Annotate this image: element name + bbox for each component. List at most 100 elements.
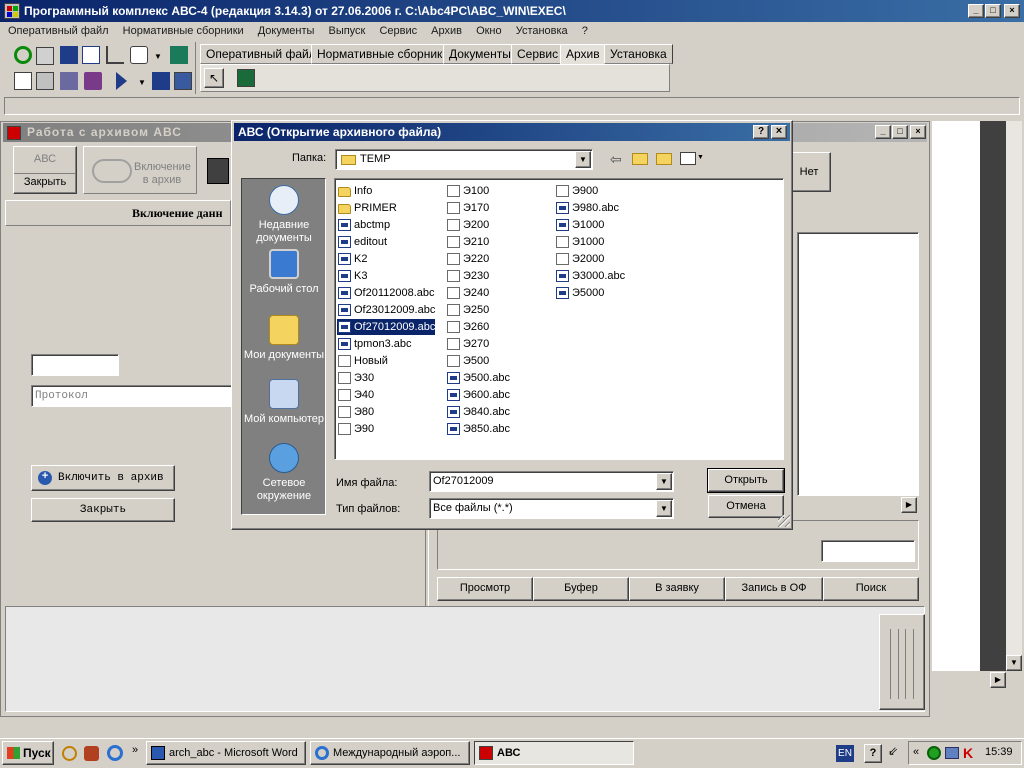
view-menu-icon[interactable] — [680, 152, 696, 165]
tab-norm-collections[interactable]: Нормативные сборники — [311, 44, 456, 64]
check-icon[interactable] — [60, 72, 78, 90]
chevron-down-icon[interactable]: ▼ — [656, 473, 672, 490]
file-list-item[interactable]: Э170 — [446, 200, 489, 216]
app-minimize-button[interactable]: _ — [968, 4, 984, 18]
tab-archive[interactable]: Архив — [560, 44, 606, 64]
place-network[interactable]: Сетевое окружение — [242, 443, 326, 503]
include-in-archive-button[interactable]: + Включить в архив — [31, 465, 175, 491]
file-list-item[interactable]: Э1000 — [555, 234, 604, 250]
list-scroll-right[interactable]: ▶ — [901, 497, 917, 513]
chevron-down-icon[interactable]: ▼ — [697, 154, 704, 161]
find-icon[interactable] — [36, 72, 54, 90]
network-tray-icon[interactable] — [945, 747, 959, 759]
quicklaunch-ie-icon[interactable] — [107, 745, 123, 761]
archive-close-button[interactable]: × — [910, 125, 926, 139]
view-button[interactable]: Просмотр — [437, 577, 533, 601]
save-icon[interactable] — [60, 46, 78, 64]
include-archive-toolbar-button[interactable]: Включение в архив — [83, 146, 197, 194]
menu-archive[interactable]: Архив — [431, 25, 462, 37]
menu-operative-file[interactable]: Оперативный файл — [8, 25, 109, 37]
file-list-item[interactable]: Э220 — [446, 251, 489, 267]
file-list-item[interactable]: Э1000 — [555, 217, 604, 233]
back-icon[interactable]: ⇦ — [610, 151, 622, 168]
menu-settings[interactable]: Установка — [516, 25, 568, 37]
protocol-input[interactable]: Протокол — [31, 385, 235, 407]
print-icon[interactable] — [36, 47, 54, 65]
tab-documents[interactable]: Документы — [443, 44, 517, 64]
file-list-item[interactable]: Э200 — [446, 217, 489, 233]
hand-icon[interactable] — [130, 46, 148, 64]
language-indicator[interactable]: EN — [836, 745, 854, 762]
app-maximize-button[interactable]: □ — [985, 4, 1001, 18]
folder-combo[interactable]: TEMP ▼ — [335, 149, 593, 170]
menu-service[interactable]: Сервис — [379, 25, 417, 37]
close-button[interactable]: Закрыть — [31, 498, 175, 522]
filetype-select[interactable]: Все файлы (*.*) ▼ — [429, 498, 674, 519]
cancel-button[interactable]: Отмена — [708, 495, 784, 518]
exit-icon[interactable] — [170, 46, 188, 64]
file-list-item[interactable]: K2 — [337, 251, 367, 267]
tab-settings[interactable]: Установка — [604, 44, 673, 64]
file-list-item[interactable]: Info — [337, 183, 372, 199]
module-icon[interactable] — [237, 69, 255, 87]
archive-minimize-button[interactable]: _ — [875, 125, 891, 139]
task-browser[interactable]: Международный аэроп... — [310, 741, 470, 765]
book-icon[interactable] — [84, 72, 102, 90]
start-button[interactable]: Пуск — [2, 741, 54, 765]
file-list-item[interactable]: editout — [337, 234, 387, 250]
file-list-item[interactable]: Of27012009.abc — [337, 319, 436, 335]
file-list-item[interactable]: Э90 — [337, 421, 374, 437]
file-list-item[interactable]: Э250 — [446, 302, 489, 318]
play-icon[interactable] — [116, 72, 127, 90]
place-desktop[interactable]: Рабочий стол — [242, 249, 326, 296]
file-list[interactable]: Info PRIMER abctmp editout K2 K3 Of20112008.ab… — [334, 178, 784, 460]
chevron-down-icon[interactable]: ▼ — [656, 500, 672, 517]
buffer-button[interactable]: Буфер — [533, 577, 629, 601]
small-input[interactable] — [31, 354, 119, 376]
quicklaunch-outlook-icon[interactable] — [62, 746, 77, 761]
file-list-item[interactable]: tpmon3.abc — [337, 336, 411, 352]
file-list-item[interactable]: Э2000 — [555, 251, 604, 267]
tree-icon[interactable] — [106, 46, 124, 64]
chevron-down-icon[interactable]: ▼ — [575, 151, 591, 168]
file-list-item[interactable]: Э240 — [446, 285, 489, 301]
file-list-item[interactable]: Э230 — [446, 268, 489, 284]
resize-grip-icon[interactable] — [778, 515, 790, 527]
place-my-documents[interactable]: Мои документы — [242, 315, 326, 362]
help-tray-icon[interactable]: ? — [864, 744, 882, 763]
search-small-input[interactable] — [821, 540, 915, 562]
task-word[interactable]: arch_abc - Microsoft Word — [146, 741, 306, 765]
task-abc[interactable]: АВС — [474, 741, 634, 765]
menu-output[interactable]: Выпуск — [328, 25, 365, 37]
file-list-item[interactable]: PRIMER — [337, 200, 397, 216]
chevron-down-icon[interactable]: ▼ — [154, 52, 162, 61]
pointer-icon[interactable]: ↖ — [204, 68, 224, 88]
file-list-item[interactable]: Э600.abc — [446, 387, 510, 403]
filename-input[interactable]: Of27012009 ▼ — [429, 471, 674, 492]
dialog-help-button[interactable]: ? — [753, 125, 769, 139]
h-scroll-right-button[interactable]: ▶ — [990, 672, 1006, 688]
tab-operative-file[interactable]: Оперативный файл — [200, 44, 322, 64]
up-folder-icon[interactable] — [632, 153, 648, 165]
file-list-item[interactable]: Of20112008.abc — [337, 285, 435, 301]
file-list-item[interactable]: Э210 — [446, 234, 489, 250]
file-list-item[interactable]: Э40 — [337, 387, 374, 403]
search-button[interactable]: Поиск — [823, 577, 919, 601]
green-status-icon[interactable] — [927, 746, 941, 760]
quicklaunch-more-icon[interactable]: » — [132, 744, 138, 756]
dialog-close-button[interactable]: × — [771, 125, 787, 139]
file-list-item[interactable]: Э270 — [446, 336, 489, 352]
file-list-item[interactable]: Э5000 — [555, 285, 604, 301]
to-request-button[interactable]: В заявку — [629, 577, 725, 601]
menu-window[interactable]: Окно — [476, 25, 502, 37]
file-list-item[interactable]: Э500 — [446, 353, 489, 369]
open-button[interactable]: Открыть — [707, 468, 785, 493]
place-recent[interactable]: Недавние документы — [242, 185, 326, 245]
delete-disk-icon[interactable] — [207, 158, 229, 184]
file-list-item[interactable]: Э100 — [446, 183, 489, 199]
file-list-item[interactable]: Э30 — [337, 370, 374, 386]
file-list-item[interactable]: abctmp — [337, 217, 390, 233]
stop-icon[interactable] — [152, 72, 170, 90]
menu-help[interactable]: ? — [582, 25, 588, 37]
file-list-item[interactable]: Э500.abc — [446, 370, 510, 386]
